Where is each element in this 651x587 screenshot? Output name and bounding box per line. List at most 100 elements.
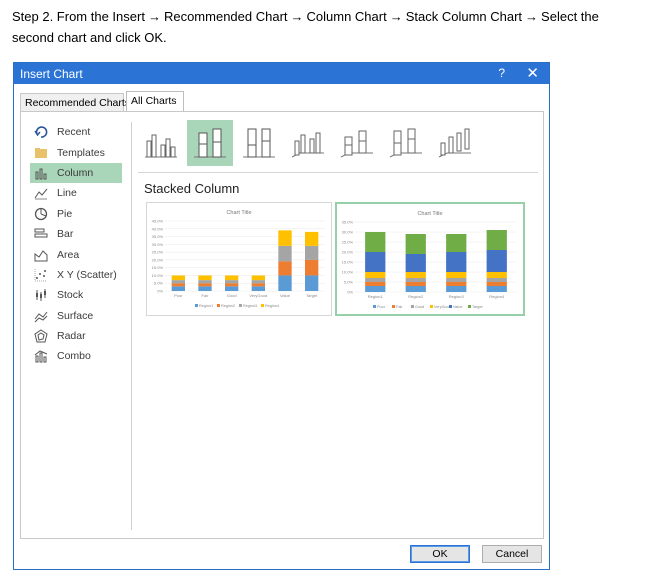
100-stacked-column-icon[interactable]: [236, 120, 282, 166]
bar-segment: [446, 272, 467, 278]
sidebar-item-column[interactable]: Column: [30, 162, 122, 184]
bar-segment: [446, 282, 467, 286]
area-chart-icon: [34, 248, 48, 262]
legend-label: Region4: [265, 304, 279, 308]
y-tick-label: 5.0%: [154, 281, 164, 286]
bar-chart-icon: [34, 227, 48, 241]
y-tick-label: 15.0%: [342, 260, 354, 265]
y-tick-label: 20.0%: [152, 257, 164, 262]
sidebar-item-label: Column: [57, 166, 94, 179]
bar-segment: [446, 252, 467, 272]
sidebar-item-label: Radar: [57, 330, 86, 343]
sidebar-item-surface[interactable]: Surface: [30, 306, 122, 326]
clustered-column-icon[interactable]: [138, 120, 184, 166]
help-button[interactable]: ?: [498, 66, 505, 80]
cancel-button[interactable]: Cancel: [482, 545, 542, 563]
ok-button[interactable]: OK: [410, 545, 470, 563]
stacked-column-icon[interactable]: [187, 120, 233, 166]
bar-segment: [225, 280, 239, 284]
legend-swatch: [195, 304, 198, 307]
bar-segment: [198, 283, 212, 287]
sidebar-item-label: Combo: [57, 350, 91, 363]
y-tick-label: 20.0%: [342, 250, 354, 255]
bar-segment: [486, 286, 507, 292]
tab-all-charts[interactable]: All Charts: [126, 91, 184, 112]
chart-preview-1: Chart Title 45.0% 40.0% 35.0% 30.0% 25.0% 20.0…: [152, 210, 325, 308]
sidebar-item-pie[interactable]: Pie: [30, 204, 122, 224]
sidebar-item-label: Surface: [57, 309, 94, 322]
sidebar-item-line[interactable]: Line: [30, 183, 122, 203]
bar-segment: [251, 283, 265, 287]
bar-segment: [278, 275, 292, 291]
bar-segment: [405, 278, 426, 282]
sidebar-item-templates[interactable]: Templates: [30, 142, 122, 162]
instruction-text: Step 2. From the Insert → Recommended Char…: [12, 6, 642, 48]
sidebar-item-radar[interactable]: Radar: [30, 326, 122, 346]
legend-label: Good: [415, 305, 424, 309]
legend-swatch: [468, 305, 471, 308]
bar-segment: [305, 245, 319, 260]
sidebar-item-label: Bar: [57, 228, 74, 241]
y-tick-label: 25.0%: [342, 240, 354, 245]
3d-stacked-column-icon[interactable]: [334, 120, 380, 166]
dialog-title: Insert Chart: [20, 67, 83, 81]
sidebar-item-stock[interactable]: Stock: [30, 285, 122, 305]
line-chart-icon: [34, 186, 48, 200]
bar-segment: [486, 250, 507, 272]
sidebar-item-recent[interactable]: Recent: [30, 122, 122, 142]
bar-segment: [486, 282, 507, 286]
y-tick-label: 35.0%: [342, 220, 354, 225]
y-tick-label: 25.0%: [152, 250, 164, 255]
y-tick-label: 10.0%: [152, 273, 164, 278]
folder-icon: [34, 146, 48, 160]
bar-segment: [278, 261, 292, 276]
x-tick-label: Region3: [449, 294, 465, 299]
chart-preview-option-2[interactable]: Chart Title 35.0% 30.0% 25.0% 20.0% 15.0% 10.0…: [335, 202, 525, 316]
bar-segment: [365, 278, 386, 282]
bar-segment: [171, 275, 185, 281]
sidebar-item-bar[interactable]: Bar: [30, 224, 122, 244]
surface-chart-icon: [34, 309, 48, 323]
sidebar-item-x-y-scatter[interactable]: X Y (Scatter): [30, 265, 122, 285]
all-charts-panel: Recent Templates Column Line Pie Bar Area X Y (…: [20, 111, 544, 539]
bar-segment: [486, 278, 507, 282]
arrow-icon: →: [290, 9, 304, 24]
stock-chart-icon: [34, 288, 48, 302]
bar-segment: [405, 286, 426, 292]
bar-segment: [365, 282, 386, 286]
legend-swatch: [430, 305, 433, 308]
close-button[interactable]: ✕: [526, 64, 539, 82]
chart-preview-option-1[interactable]: Chart Title 45.0% 40.0% 35.0% 30.0% 25.0% 20.0…: [146, 202, 332, 316]
legend-label: Target: [472, 305, 483, 309]
tab-recommended-charts[interactable]: Recommended Charts: [20, 93, 130, 111]
combo-chart-icon: [34, 349, 48, 363]
bar-segment: [198, 286, 212, 291]
bar-segment: [305, 275, 319, 291]
legend-label: Poor: [377, 305, 386, 309]
3d-100-stacked-column-icon[interactable]: [383, 120, 429, 166]
divider: [138, 172, 538, 173]
chart-preview-2: Chart Title 35.0% 30.0% 25.0% 20.0% 15.0% 10.0…: [342, 211, 517, 309]
x-tick-label: Fair: [202, 293, 210, 298]
subtype-title: Stacked Column: [144, 181, 240, 196]
legend-swatch: [373, 305, 376, 308]
bar-segment: [225, 275, 239, 281]
bar-segment: [305, 259, 319, 276]
arrow-icon: →: [525, 9, 539, 24]
bar-segment: [251, 286, 265, 291]
x-tick-label: Region4: [489, 294, 505, 299]
sidebar-item-label: Stock: [57, 289, 84, 302]
sidebar-item-area[interactable]: Area: [30, 244, 122, 264]
3d-column-icon[interactable]: [432, 120, 478, 166]
insert-chart-dialog: Insert Chart ? ✕ Recommended Charts All …: [13, 62, 550, 570]
chart-type-list: Recent Templates Column Line Pie Bar Area X Y (…: [30, 122, 122, 367]
sidebar-item-label: Templates: [57, 146, 105, 159]
3d-clustered-column-icon[interactable]: [285, 120, 331, 166]
sidebar-item-combo[interactable]: Combo: [30, 346, 122, 366]
legend-label: Region3: [243, 304, 257, 308]
divider: [131, 122, 132, 530]
bar-segment: [251, 280, 265, 284]
bar-segment: [225, 283, 239, 287]
x-tick-label: Value: [280, 293, 291, 298]
y-tick-label: 30.0%: [342, 230, 354, 235]
